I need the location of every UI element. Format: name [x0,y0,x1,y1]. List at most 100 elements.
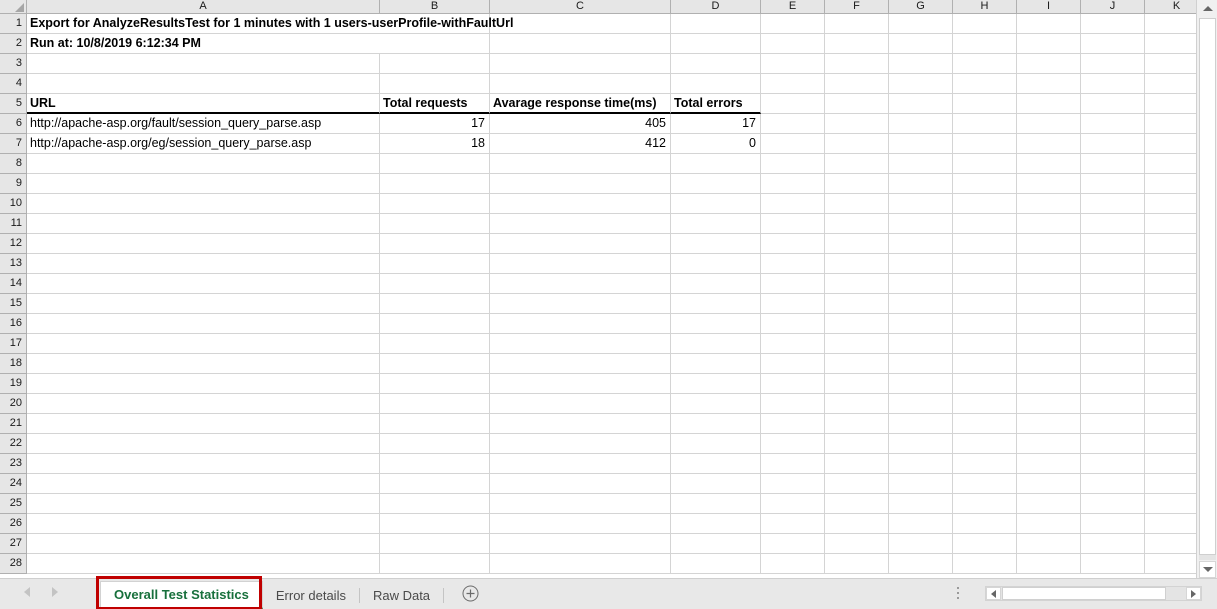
cell-G13[interactable] [889,254,953,274]
cell-I5[interactable] [1017,94,1081,114]
cell-K17[interactable] [1145,334,1196,354]
column-header-k[interactable]: K [1145,0,1196,14]
cell-K25[interactable] [1145,494,1196,514]
cell-C10[interactable] [490,194,671,214]
cell-A28[interactable] [27,554,380,574]
cell-C20[interactable] [490,394,671,414]
row-header-14[interactable]: 14 [0,274,27,294]
cell-B2[interactable] [380,34,490,54]
row-header-4[interactable]: 4 [0,74,27,94]
cell-D24[interactable] [671,474,761,494]
cell-H27[interactable] [953,534,1017,554]
cell-F13[interactable] [825,254,889,274]
row-header-12[interactable]: 12 [0,234,27,254]
cell-K22[interactable] [1145,434,1196,454]
cell-E13[interactable] [761,254,825,274]
cell-E15[interactable] [761,294,825,314]
cell-F15[interactable] [825,294,889,314]
cell-B3[interactable] [380,54,490,74]
cell-G6[interactable] [889,114,953,134]
cell-F20[interactable] [825,394,889,414]
cell-E25[interactable] [761,494,825,514]
cell-H7[interactable] [953,134,1017,154]
cell-E11[interactable] [761,214,825,234]
cell-G16[interactable] [889,314,953,334]
cell-E21[interactable] [761,414,825,434]
cell-A23[interactable] [27,454,380,474]
cell-K8[interactable] [1145,154,1196,174]
cell-C18[interactable] [490,354,671,374]
cell-F1[interactable] [825,14,889,34]
cell-I17[interactable] [1017,334,1081,354]
cell-A13[interactable] [27,254,380,274]
cell-I19[interactable] [1017,374,1081,394]
cell-G24[interactable] [889,474,953,494]
cell-D13[interactable] [671,254,761,274]
cell-H8[interactable] [953,154,1017,174]
cell-D18[interactable] [671,354,761,374]
row-header-10[interactable]: 10 [0,194,27,214]
cell-C12[interactable] [490,234,671,254]
row-header-6[interactable]: 6 [0,114,27,134]
row-header-3[interactable]: 3 [0,54,27,74]
cell-A8[interactable] [27,154,380,174]
cell-D17[interactable] [671,334,761,354]
cell-J21[interactable] [1081,414,1145,434]
header-cell-total-errors[interactable]: Total errors [671,94,761,114]
cell-B4[interactable] [380,74,490,94]
cell-H19[interactable] [953,374,1017,394]
cell-B17[interactable] [380,334,490,354]
cell-F4[interactable] [825,74,889,94]
cell-C4[interactable] [490,74,671,94]
cell-F16[interactable] [825,314,889,334]
column-header-c[interactable]: C [490,0,671,14]
cell-K20[interactable] [1145,394,1196,414]
cell-K9[interactable] [1145,174,1196,194]
cell-G17[interactable] [889,334,953,354]
row-header-26[interactable]: 26 [0,514,27,534]
cell-A24[interactable] [27,474,380,494]
select-all-corner[interactable] [0,0,27,14]
cell-J6[interactable] [1081,114,1145,134]
cell-G18[interactable] [889,354,953,374]
header-cell-total-requests[interactable]: Total requests [380,94,490,114]
row-header-19[interactable]: 19 [0,374,27,394]
cell-J11[interactable] [1081,214,1145,234]
cell-B26[interactable] [380,514,490,534]
cell-G4[interactable] [889,74,953,94]
cell-F9[interactable] [825,174,889,194]
row-header-16[interactable]: 16 [0,314,27,334]
horizontal-scroll-thumb[interactable] [1002,587,1166,600]
vertical-scrollbar[interactable] [1196,0,1217,578]
cell-C2[interactable] [490,34,671,54]
cell-B28[interactable] [380,554,490,574]
cell-E16[interactable] [761,314,825,334]
cell-D9[interactable] [671,174,761,194]
cell-H21[interactable] [953,414,1017,434]
cell-J1[interactable] [1081,14,1145,34]
cell-G14[interactable] [889,274,953,294]
cell-A27[interactable] [27,534,380,554]
cell-C16[interactable] [490,314,671,334]
cell-A18[interactable] [27,354,380,374]
cell-D2[interactable] [671,34,761,54]
cell-K18[interactable] [1145,354,1196,374]
cell-D14[interactable] [671,274,761,294]
cell-B21[interactable] [380,414,490,434]
cell-E5[interactable] [761,94,825,114]
cell-B11[interactable] [380,214,490,234]
cell-A9[interactable] [27,174,380,194]
cell-J24[interactable] [1081,474,1145,494]
cell-I22[interactable] [1017,434,1081,454]
cell-J26[interactable] [1081,514,1145,534]
row-header-21[interactable]: 21 [0,414,27,434]
cell-K24[interactable] [1145,474,1196,494]
cell-D26[interactable] [671,514,761,534]
cell-C17[interactable] [490,334,671,354]
cell-G7[interactable] [889,134,953,154]
cell-E19[interactable] [761,374,825,394]
cell-E26[interactable] [761,514,825,534]
cell-B12[interactable] [380,234,490,254]
sheet-tab-overall-test-statistics[interactable]: Overall Test Statistics [100,581,263,609]
cell-I14[interactable] [1017,274,1081,294]
